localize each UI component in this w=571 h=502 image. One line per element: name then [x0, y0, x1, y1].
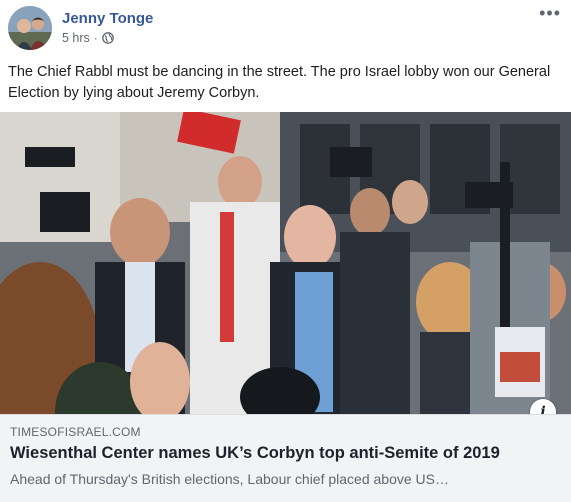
post-meta: 5 hrs ·	[62, 31, 114, 45]
meta-separator: ·	[93, 31, 98, 45]
author-name[interactable]: Jenny Tonge	[62, 10, 153, 27]
post-header: Jenny Tonge 5 hrs · •••	[8, 4, 563, 54]
facebook-post: Jenny Tonge 5 hrs · ••• The Chief Rabbl …	[0, 0, 571, 502]
more-options-icon[interactable]: •••	[539, 4, 561, 22]
link-domain: TIMESOFISRAEL.COM	[10, 425, 141, 439]
link-preview-image[interactable]: i	[0, 112, 571, 414]
globe-icon[interactable]	[101, 32, 114, 44]
post-text: The Chief Rabbl must be dancing in the s…	[8, 64, 551, 101]
link-title[interactable]: Wiesenthal Center names UK’s Corbyn top …	[10, 444, 500, 463]
link-preview-box[interactable]: TIMESOFISRAEL.COM Wiesenthal Center name…	[0, 414, 571, 502]
link-description: Ahead of Thursday's British elections, L…	[10, 471, 449, 487]
author-avatar[interactable]	[8, 6, 52, 50]
post-timestamp[interactable]: 5 hrs	[62, 31, 90, 45]
